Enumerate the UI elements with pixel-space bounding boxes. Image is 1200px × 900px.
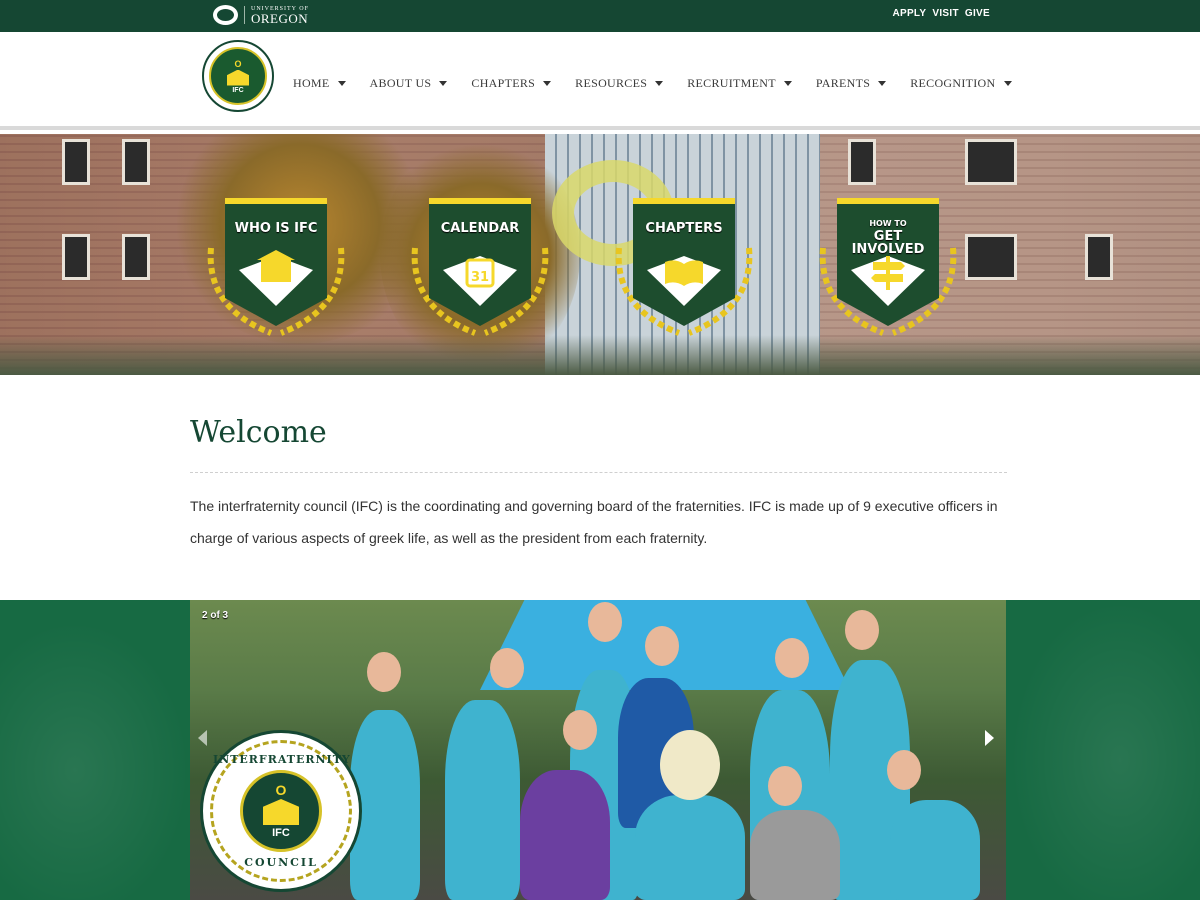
photo-band: 2 of 3 INTERFRATERNITY O IFC COUNCIL — [0, 600, 1200, 900]
seal-ring: INTERFRATERNITY O IFC COUNCIL — [210, 740, 352, 882]
slide-person-head — [490, 648, 524, 688]
logo-wordmark: UNIVERSITY OF OREGON — [251, 6, 309, 25]
welcome-body: The interfraternity council (IFC) is the… — [190, 498, 998, 546]
site-header: O IFC HOME ABOUT US CHAPTERS RESOURCES R… — [0, 32, 1200, 130]
slide-person — [750, 810, 840, 900]
university-topbar: UNIVERSITY OF OREGON APPLY VISIT GIVE — [0, 0, 1200, 32]
seal-building-icon — [227, 69, 249, 86]
chapters-label: CHAPTERS — [645, 221, 723, 236]
slide-person-head — [768, 766, 802, 806]
nav-recognition-label: RECOGNITION — [910, 76, 996, 90]
slide-mascot-head — [660, 730, 720, 800]
nav-recruitment[interactable]: RECRUITMENT — [687, 76, 792, 91]
next-slide-button[interactable] — [985, 730, 994, 746]
hero-ground — [0, 335, 1200, 375]
o-logo-icon — [213, 5, 238, 25]
main-nav: HOME ABOUT US CHAPTERS RESOURCES RECRUIT… — [293, 76, 1036, 91]
nav-about-us-label: ABOUT US — [369, 76, 432, 90]
slide-person-head — [645, 626, 679, 666]
hero-window — [848, 139, 876, 185]
fern-decoration — [1010, 600, 1200, 900]
who-is-ifc-label: WHO IS IFC — [234, 221, 318, 236]
fern-decoration — [0, 620, 190, 900]
visit-link[interactable]: VISIT — [932, 8, 959, 19]
top-links: APPLY VISIT GIVE — [892, 8, 990, 19]
get-involved-label: HOW TO GET INVOLVED — [851, 219, 925, 257]
chevron-down-icon — [337, 81, 346, 86]
nav-parents-label: PARENTS — [815, 76, 871, 90]
hero-window — [122, 234, 150, 280]
nav-parents[interactable]: PARENTS — [815, 76, 887, 91]
slide-person-head — [588, 602, 622, 642]
seal-ifc-text: IFC — [232, 86, 244, 94]
nav-recruitment-label: RECRUITMENT — [687, 76, 776, 90]
seal-bottom-text: COUNCIL — [244, 856, 318, 869]
slide-person — [445, 700, 520, 900]
nav-recognition[interactable]: RECOGNITION — [910, 76, 1012, 91]
photo-slideshow[interactable]: 2 of 3 INTERFRATERNITY O IFC COUNCIL — [190, 600, 1006, 900]
logo-big-text: OREGON — [251, 10, 309, 26]
seal-building-icon — [263, 799, 299, 825]
university-of-oregon-logo[interactable]: UNIVERSITY OF OREGON — [213, 4, 309, 26]
slide-person-head — [775, 638, 809, 678]
logo-divider — [244, 6, 245, 24]
hero-window — [62, 139, 90, 185]
welcome-heading: Welcome — [190, 415, 327, 450]
hero-banner: WHO IS IFC 31 CALENDAR CHAPTERS HOW TO G… — [0, 134, 1200, 375]
hero-window — [62, 234, 90, 280]
chapters-badge[interactable]: CHAPTERS — [609, 198, 759, 338]
hero-window — [965, 234, 1017, 280]
apply-link[interactable]: APPLY — [892, 8, 926, 19]
who-is-ifc-badge[interactable]: WHO IS IFC — [201, 198, 351, 338]
give-link[interactable]: GIVE — [965, 8, 990, 19]
welcome-divider — [190, 472, 1007, 473]
slide-person — [520, 770, 610, 900]
nav-home-label: HOME — [293, 76, 330, 90]
hero-window — [122, 139, 150, 185]
previous-slide-button[interactable] — [198, 730, 207, 746]
nav-home[interactable]: HOME — [293, 76, 346, 91]
seal-o-mark: O — [234, 58, 242, 69]
ifc-seal-logo[interactable]: O IFC — [202, 40, 274, 112]
hero-window — [1085, 234, 1113, 280]
seal-ifc-text: IFC — [272, 827, 290, 839]
slide-person-head — [845, 610, 879, 650]
slide-person — [890, 800, 980, 900]
chevron-down-icon — [543, 81, 552, 86]
nav-about-us[interactable]: ABOUT US — [370, 76, 448, 91]
svg-text:31: 31 — [471, 270, 489, 285]
welcome-section: Welcome The interfraternity council (IFC… — [0, 375, 1200, 600]
ifc-council-seal: INTERFRATERNITY O IFC COUNCIL — [200, 730, 362, 892]
chevron-down-icon — [878, 81, 887, 86]
get-involved-badge[interactable]: HOW TO GET INVOLVED — [813, 198, 963, 338]
slide-mascot-body — [635, 795, 745, 900]
nav-resources-label: RESOURCES — [575, 76, 648, 90]
nav-chapters[interactable]: CHAPTERS — [471, 76, 552, 91]
slide-person-head — [367, 652, 401, 692]
nav-chapters-label: CHAPTERS — [471, 76, 536, 90]
seal-o-mark: O — [275, 782, 287, 798]
seal-top-text: INTERFRATERNITY — [213, 753, 351, 766]
slide-person-head — [887, 750, 921, 790]
slide-counter: 2 of 3 — [202, 610, 229, 621]
calendar-badge[interactable]: 31 CALENDAR — [405, 198, 555, 338]
calendar-label: CALENDAR — [440, 221, 520, 236]
chevron-down-icon — [1003, 81, 1012, 86]
seal-inner: O IFC — [209, 47, 267, 105]
chevron-down-icon — [655, 81, 664, 86]
chevron-down-icon — [439, 81, 448, 86]
slide-person-head — [563, 710, 597, 750]
hero-window — [965, 139, 1017, 185]
chevron-down-icon — [783, 81, 792, 86]
seal-core: O IFC — [240, 770, 322, 852]
nav-resources[interactable]: RESOURCES — [575, 76, 664, 91]
